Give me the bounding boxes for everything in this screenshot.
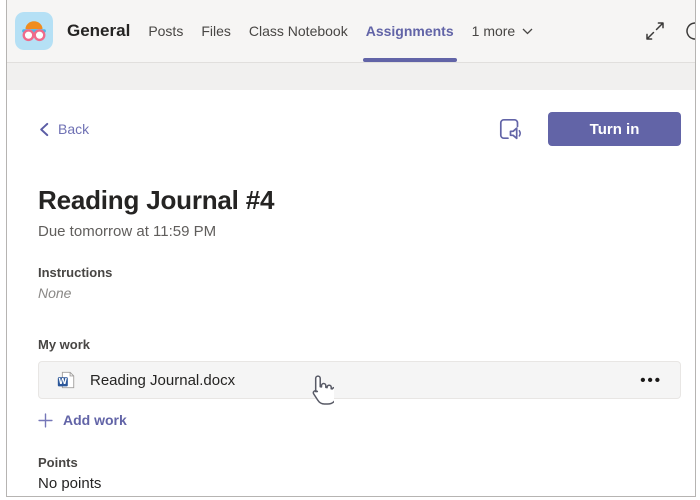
svg-text:W: W	[59, 377, 68, 386]
back-button[interactable]: Back	[38, 121, 89, 137]
chevron-left-icon	[40, 122, 49, 136]
points-label: Points	[38, 455, 78, 470]
channel-tabs: Posts Files Class Notebook Assignments 1…	[139, 0, 542, 62]
add-work-label: Add work	[63, 412, 127, 428]
immersive-reader-button[interactable]	[496, 115, 524, 143]
more-options-icon[interactable]: •••	[640, 372, 662, 389]
tab-posts[interactable]: Posts	[139, 0, 192, 62]
file-name: Reading Journal.docx	[90, 371, 236, 389]
tab-assignments[interactable]: Assignments	[357, 0, 463, 62]
assignment-title: Reading Journal #4	[38, 185, 275, 215]
swimmer-avatar-icon	[15, 12, 53, 50]
instructions-value: None	[38, 285, 72, 301]
channel-name: General	[67, 21, 131, 40]
teams-assignment-window: General Posts Files Class Notebook Assig…	[0, 0, 700, 500]
sub-header-band	[7, 63, 695, 90]
turn-in-button[interactable]: Turn in	[548, 112, 681, 146]
assignment-toolbar: Back Turn in	[38, 112, 681, 146]
attached-file-card[interactable]: W Reading Journal.docx •••	[38, 361, 681, 399]
assignment-due-date: Due tomorrow at 11:59 PM	[38, 223, 217, 240]
expand-icon[interactable]	[645, 21, 665, 41]
chevron-down-icon	[522, 28, 533, 34]
channel-tab-bar: General Posts Files Class Notebook Assig…	[7, 0, 695, 63]
refresh-icon[interactable]	[684, 20, 696, 42]
window-icons	[645, 20, 695, 42]
plus-icon	[38, 412, 53, 428]
assignment-detail: Back Turn in Reading Journal #4 Due tomo…	[7, 90, 695, 496]
tab-files[interactable]: Files	[192, 0, 240, 62]
more-tabs-dropdown[interactable]: 1 more	[463, 0, 543, 62]
channel-avatar[interactable]	[15, 12, 53, 50]
immersive-reader-icon	[499, 118, 521, 140]
back-label: Back	[58, 121, 90, 137]
add-work-button[interactable]: Add work	[38, 412, 127, 428]
instructions-label: Instructions	[38, 265, 113, 280]
word-document-icon: W	[57, 371, 75, 389]
my-work-label: My work	[38, 337, 91, 352]
points-value: No points	[38, 475, 102, 492]
app-frame: General Posts Files Class Notebook Assig…	[6, 0, 696, 497]
active-tab-underline	[362, 58, 457, 62]
tab-class-notebook[interactable]: Class Notebook	[240, 0, 357, 62]
